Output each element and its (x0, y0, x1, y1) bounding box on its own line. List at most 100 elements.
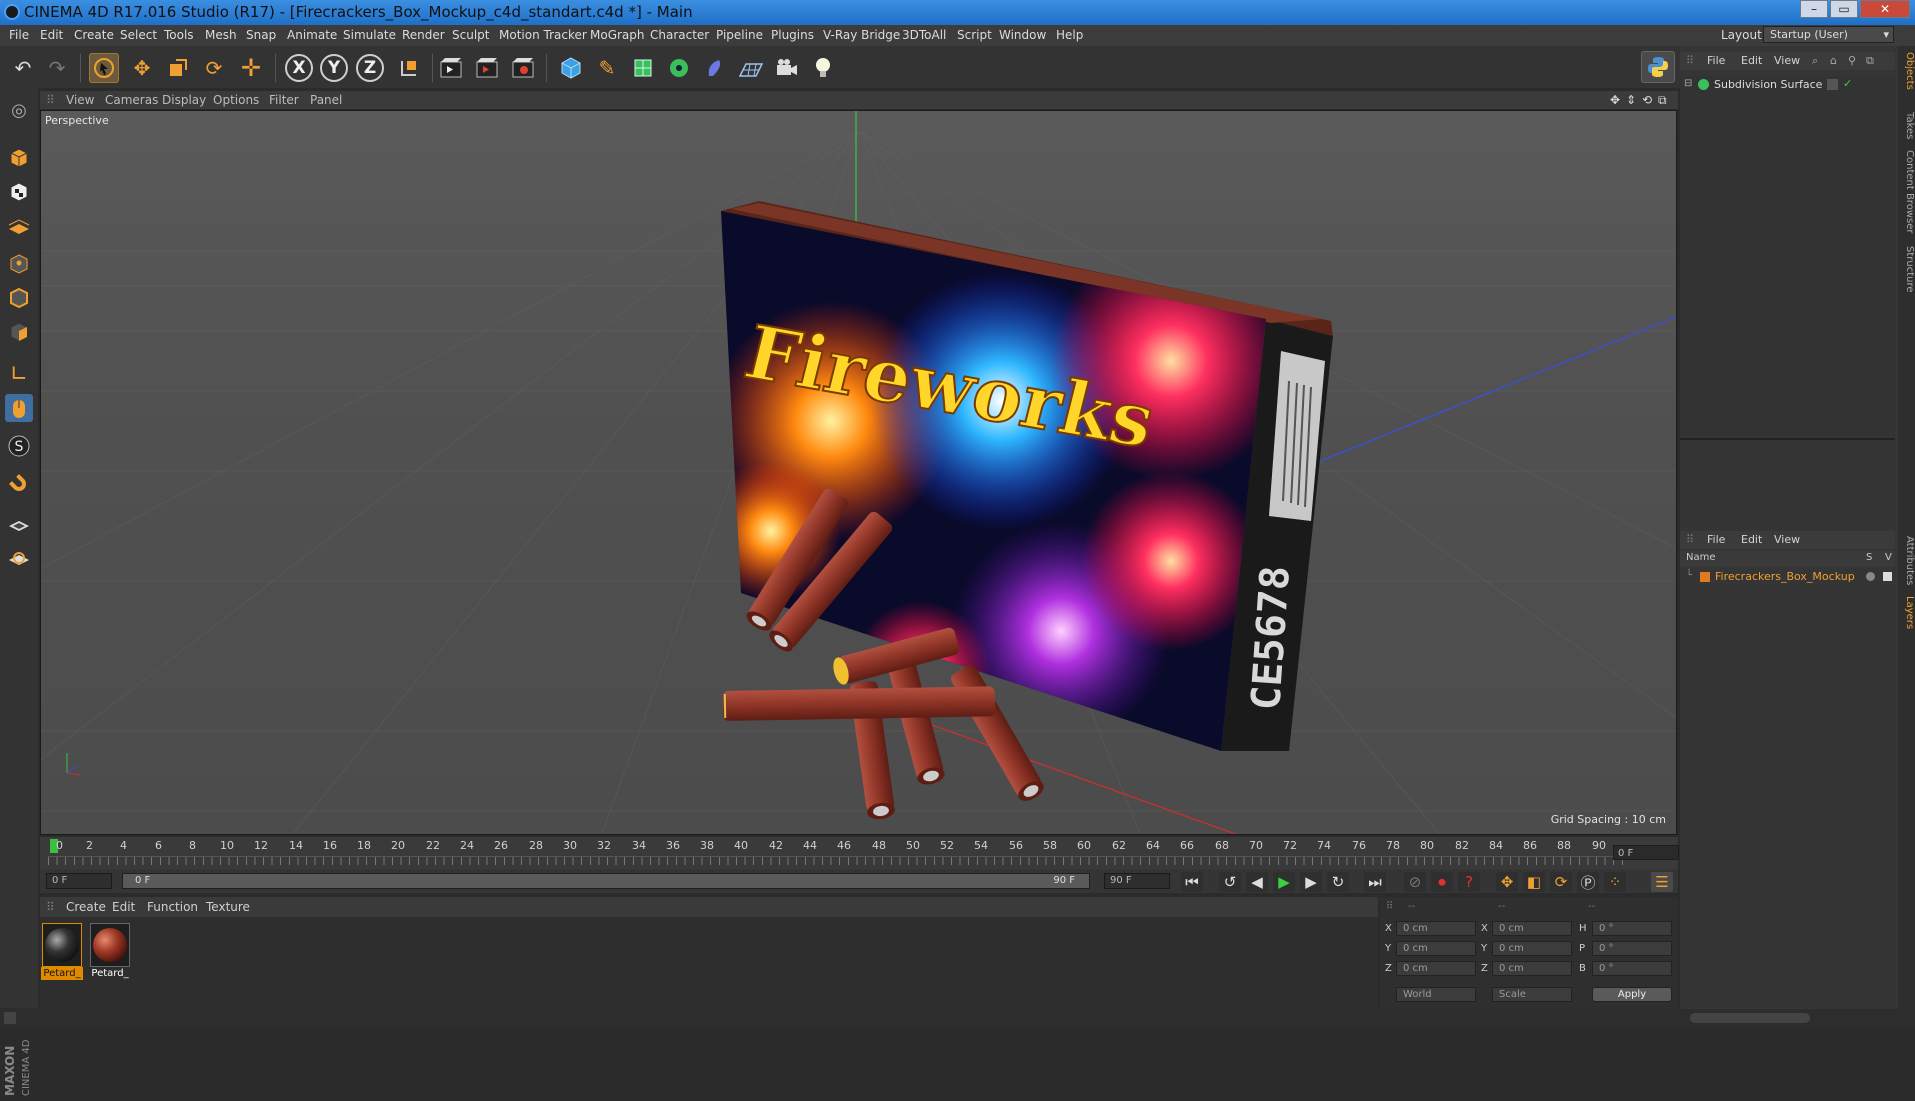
next-frame-icon[interactable]: ▶ (1300, 872, 1322, 892)
menu-character[interactable]: Character (650, 28, 709, 42)
coord-pos-z-field[interactable]: 0 cm (1396, 961, 1476, 976)
viewport-menu-view[interactable]: View (66, 93, 94, 107)
checkmark-icon[interactable]: ✓ (1843, 77, 1852, 90)
material-menu-create[interactable]: Create (66, 900, 106, 914)
viewport-menu-options[interactable]: Options (213, 93, 259, 107)
filter-icon[interactable]: ⚲ (1848, 54, 1856, 67)
apply-button[interactable]: Apply (1592, 987, 1672, 1002)
layers-menu-edit[interactable]: Edit (1741, 533, 1762, 546)
locked-workplane-icon[interactable] (5, 510, 33, 538)
home-icon[interactable]: ⌂ (1830, 54, 1837, 67)
material-menu-function[interactable]: Function (147, 900, 198, 914)
objects-menu-view[interactable]: View (1774, 54, 1800, 67)
material-swatch[interactable] (42, 923, 82, 967)
subdivision-surface-icon[interactable] (628, 53, 658, 83)
tab-structure[interactable]: Structure (1898, 246, 1915, 293)
close-button[interactable]: ✕ (1860, 0, 1910, 18)
menu-animate[interactable]: Animate (287, 28, 337, 42)
coord-pos-y-field[interactable]: 0 cm (1396, 941, 1476, 956)
menu-file[interactable]: File (9, 28, 29, 42)
timeline-window-icon[interactable]: ☰ (1651, 872, 1673, 892)
move-icon[interactable]: ✥ (127, 53, 157, 83)
viewport-rotate-icon[interactable]: ⟲ (1642, 93, 1652, 107)
layers-column-s[interactable]: S (1866, 552, 1872, 563)
make-editable-icon[interactable]: ◎ (5, 96, 33, 124)
current-frame-field[interactable]: 0 F (1613, 845, 1679, 860)
render-view-icon[interactable] (436, 53, 466, 83)
menu-create[interactable]: Create (74, 28, 114, 42)
workplane-mode-icon[interactable] (5, 212, 33, 240)
visibility-dots-icon[interactable] (1827, 79, 1838, 90)
layer-name[interactable]: Firecrackers_Box_Mockup (1715, 570, 1855, 583)
layers-menu-view[interactable]: View (1774, 533, 1800, 546)
floor-icon[interactable] (736, 53, 766, 83)
key-pla-icon[interactable]: ⁘ (1604, 872, 1626, 892)
key-scale-icon[interactable]: ◧ (1523, 872, 1545, 892)
menu-simulate[interactable]: Simulate (343, 28, 396, 42)
layer-row[interactable]: └ Firecrackers_Box_Mockup (1680, 569, 1895, 585)
menu-sculpt[interactable]: Sculpt (452, 28, 489, 42)
new-window-icon[interactable]: ⧉ (1866, 54, 1874, 68)
coord-size-x-field[interactable]: 0 cm (1492, 921, 1572, 936)
tab-takes[interactable]: Takes (1898, 112, 1915, 139)
menu-3dtoall[interactable]: 3DToAll (902, 28, 946, 42)
edges-mode-icon[interactable] (5, 284, 33, 312)
material-label[interactable]: Petard_ (89, 967, 131, 980)
record-keys-icon[interactable]: ⊘ (1404, 872, 1426, 892)
autokeying-icon[interactable]: ⏺ (1431, 872, 1453, 892)
cube-icon[interactable] (556, 53, 586, 83)
3d-viewport[interactable]: CE5678 Fireworks Pers (40, 110, 1677, 835)
key-rotation-icon[interactable]: ⟳ (1550, 872, 1572, 892)
key-position-icon[interactable]: ✥ (1496, 872, 1518, 892)
objects-menu-edit[interactable]: Edit (1741, 54, 1762, 67)
live-selection-icon[interactable] (89, 53, 119, 83)
viewport-menu-cameras[interactable]: Cameras (105, 93, 158, 107)
deformer-icon[interactable] (700, 53, 730, 83)
tab-layers[interactable]: Layers (1898, 596, 1915, 629)
layer-solo-dot[interactable] (1866, 572, 1875, 581)
menu-edit[interactable]: Edit (40, 28, 63, 42)
x-axis-lock-icon[interactable]: X (285, 54, 313, 82)
minimize-button[interactable]: – (1800, 0, 1828, 18)
coord-mode-dropdown[interactable]: Scale (1492, 987, 1572, 1002)
menu-mograph[interactable]: MoGraph (590, 28, 645, 42)
object-row[interactable]: ⊟ Subdivision Surface ✓ (1680, 76, 1895, 94)
redo-icon[interactable]: ↷ (42, 53, 72, 83)
menu-window[interactable]: Window (999, 28, 1046, 42)
viewport-move-icon[interactable]: ✥ (1610, 93, 1620, 107)
material-label[interactable]: Petard_ (41, 967, 83, 980)
polygons-mode-icon[interactable] (5, 318, 33, 346)
menu-help[interactable]: Help (1056, 28, 1083, 42)
cloner-icon[interactable] (664, 53, 694, 83)
menu-vray-bridge[interactable]: V-Ray Bridge (823, 28, 900, 42)
go-to-start-icon[interactable]: ⏮ (1181, 872, 1203, 892)
material-swatch[interactable] (90, 923, 130, 967)
material-menu-texture[interactable]: Texture (206, 900, 250, 914)
coord-size-z-field[interactable]: 0 cm (1492, 961, 1572, 976)
planar-workplane-icon[interactable] (5, 544, 33, 572)
panel-scrollbar[interactable] (1690, 1013, 1810, 1023)
pen-spline-icon[interactable]: ✎ (592, 53, 622, 83)
magnet-icon[interactable] (5, 470, 33, 498)
model-mode-icon[interactable] (5, 144, 33, 172)
camera-icon[interactable] (772, 53, 802, 83)
menu-pipeline[interactable]: Pipeline (716, 28, 763, 42)
axis-mode-icon[interactable]: ∟ (5, 360, 33, 388)
layer-color-swatch[interactable] (1700, 572, 1710, 582)
rotate-icon[interactable]: ⟳ (199, 53, 229, 83)
menu-tools[interactable]: Tools (164, 28, 194, 42)
objects-menu-file[interactable]: File (1707, 54, 1725, 67)
coord-rot-p-field[interactable]: 0 ° (1592, 941, 1672, 956)
coord-pos-x-field[interactable]: 0 cm (1396, 921, 1476, 936)
viewport-zoom-icon[interactable]: ⇕ (1626, 93, 1636, 107)
key-parameter-icon[interactable]: Ⓟ (1577, 872, 1599, 892)
previous-key-icon[interactable]: ↺ (1219, 872, 1241, 892)
last-tool-icon[interactable]: ✛ (236, 53, 266, 83)
keyframe-selection-icon[interactable]: ? (1458, 872, 1480, 892)
camera-label[interactable]: Perspective (45, 114, 109, 127)
y-axis-lock-icon[interactable]: Y (320, 54, 348, 82)
timeline-ruler[interactable]: 0 2 4 6 8 10 12 14 16 18 20 22 24 26 28 … (40, 837, 1678, 869)
object-name[interactable]: Subdivision Surface (1714, 78, 1822, 91)
viewport-menu-display[interactable]: Display (162, 93, 206, 107)
menu-mesh[interactable]: Mesh (205, 28, 237, 42)
